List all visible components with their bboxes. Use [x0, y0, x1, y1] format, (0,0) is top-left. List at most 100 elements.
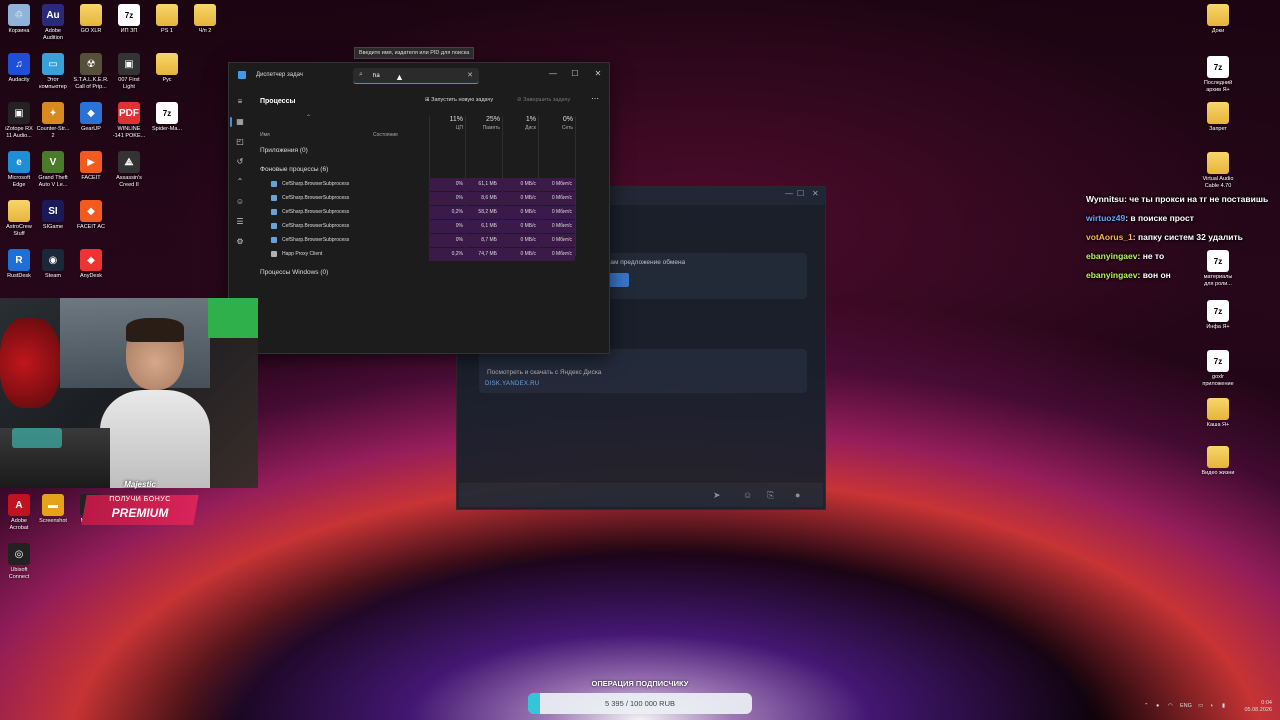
folder-icon	[8, 200, 30, 222]
group-background[interactable]: Фоновые процессы (6)	[260, 166, 328, 173]
close-button[interactable]: ✕	[588, 67, 608, 81]
desktop-icon[interactable]: Запрет	[1197, 102, 1239, 133]
desktop-icon[interactable]: ◉ Steam	[32, 249, 74, 280]
desktop-icon[interactable]: Virtual Audio Cable 4.70	[1197, 152, 1239, 189]
desktop-icon[interactable]: ◆ GearUP	[70, 102, 112, 133]
desktop-icon[interactable]: Каша Я+	[1197, 398, 1239, 429]
end-task-button[interactable]: ⊘ Завершить задачу	[517, 97, 570, 103]
details-icon[interactable]: ☰	[235, 217, 245, 227]
desktop-icon[interactable]: ▭ Этот компьютер	[32, 53, 74, 90]
services-icon[interactable]: ⚙	[235, 237, 245, 247]
desktop-icon[interactable]: ▣ 007 First Light	[108, 53, 150, 90]
desktop-icon[interactable]: Доки	[1197, 4, 1239, 35]
search-box[interactable]: ⌕ ✕	[353, 68, 479, 84]
table-row[interactable]: CefSharp.BrowserSubprocess 0% 61,1 МБ 0 МБ/…	[269, 178, 575, 191]
green-screen	[208, 298, 258, 338]
performance-icon[interactable]: ◰	[235, 137, 245, 147]
processes-icon[interactable]: ▦	[235, 117, 245, 127]
desktop-icon-label: Ubisoft Connect	[8, 567, 30, 580]
folder-icon	[1207, 152, 1229, 174]
desktop-icon-label: Каша Я+	[1206, 422, 1230, 428]
desktop-icon[interactable]: 7z ИП ЗП	[108, 4, 150, 35]
emoji-icon[interactable]: ☺	[743, 490, 752, 500]
column-status[interactable]: Состояние	[373, 116, 433, 140]
link-preview[interactable]: Посмотреть и скачать с Яндекс Диска DISK…	[479, 349, 807, 393]
desktop-icon[interactable]: ✦ Counter-Str... 2	[32, 102, 74, 139]
more-options-icon[interactable]: ⋯	[591, 94, 599, 103]
desktop-icon[interactable]: SI SIGame	[32, 200, 74, 231]
clock[interactable]: 0:04 05.08.2026	[1242, 700, 1272, 713]
folder-icon	[1207, 398, 1229, 420]
column-disk[interactable]: 1% Диск	[505, 116, 536, 140]
desktop-icon[interactable]: ▬ Screenshot	[32, 494, 74, 525]
disk-value: 0 МБ/с	[520, 223, 536, 229]
table-row[interactable]: CefSharp.BrowserSubprocess 0% 8,7 МБ 0 МБ/с…	[269, 234, 575, 247]
cpu-value: 0%	[455, 223, 463, 229]
group-apps[interactable]: Приложения (0)	[260, 147, 308, 154]
attach-icon[interactable]: ⎘	[767, 490, 774, 501]
desktop-icon[interactable]: PS 1	[146, 4, 188, 35]
desktop-icon[interactable]: Au Adobe Audition	[32, 4, 74, 41]
chat-username: Wynnitsu	[1086, 194, 1125, 204]
minimize-icon[interactable]: —	[785, 189, 793, 198]
desktop-icon[interactable]: ▶ FACEIT	[70, 151, 112, 182]
desktop-icon[interactable]: 7z Spider-Ma...	[146, 102, 188, 133]
tray-chevron-icon[interactable]: ⌃	[1144, 703, 1149, 709]
desktop-icon[interactable]: 7z Инфа Я+	[1197, 300, 1239, 331]
desktop-icon[interactable]: ◎ Ubisoft Connect	[0, 543, 40, 580]
red-balloon	[0, 318, 60, 408]
microphone-icon[interactable]: ●	[795, 490, 800, 500]
message-input-bar[interactable]: ➤ ☺ ⎘ ●	[459, 483, 823, 507]
desktop-icon[interactable]: 7z goxlr приложение	[1197, 350, 1239, 387]
streamer-hair	[126, 318, 184, 342]
desktop-icon[interactable]: Рус	[146, 53, 188, 84]
minimize-button[interactable]: —	[543, 67, 563, 81]
usage-cells: 0% 6,1 МБ 0 МБ/с 0 Мбит/с	[429, 220, 575, 233]
microphone-icon[interactable]: ●	[1156, 703, 1159, 709]
wifi-icon[interactable]: ◠	[1168, 703, 1173, 709]
table-row[interactable]: CefSharp.BrowserSubprocess 0% 8,6 МБ 0 МБ/с…	[269, 192, 575, 205]
desktop-icon[interactable]: GO XLR	[70, 4, 112, 35]
table-row[interactable]: Happ Proxy Client 0,2% 74,7 МБ 0 МБ/с 0 Мбит…	[269, 248, 575, 261]
desktop-icon[interactable]: ◆ FACEIT AC	[70, 200, 112, 231]
end-task-label: Завершить задачу	[523, 97, 571, 103]
desktop-icon[interactable]: V Grand Theft Auto V Le...	[32, 151, 74, 188]
app-history-icon[interactable]: ↺	[235, 157, 245, 167]
table-row[interactable]: CefSharp.BrowserSubprocess 0% 6,1 МБ 0 МБ/с…	[269, 220, 575, 233]
task-manager-window[interactable]: Диспетчер задач ⌕ ✕ — ☐ ✕ ≡ ▦ ◰ ↺ ⌃ ☺ ☰ …	[228, 62, 610, 354]
chat-text: : вон он	[1137, 270, 1171, 280]
chat-username: wirtuoz49	[1086, 213, 1126, 223]
desktop-icon[interactable]: ⟁ Assassin's Creed II	[108, 151, 150, 188]
startup-apps-icon[interactable]: ⌃	[235, 177, 245, 187]
volume-icon[interactable]: ◖	[1210, 703, 1213, 709]
clear-icon[interactable]: ✕	[467, 71, 473, 79]
sort-chevron-icon: ⌃	[306, 115, 312, 121]
maximize-button[interactable]: ☐	[565, 67, 585, 81]
hamburger-menu-icon[interactable]: ≡	[235, 97, 245, 107]
network-icon[interactable]: ▭	[1198, 703, 1203, 709]
group-windows[interactable]: Процессы Windows (0)	[260, 269, 328, 276]
close-icon[interactable]: ✕	[812, 189, 819, 198]
desktop-icon[interactable]: 7z Последний архив Я+	[1197, 56, 1239, 93]
computer-icon: ▭	[42, 53, 64, 75]
run-new-task-button[interactable]: ⊞ Запустить новую задачу	[425, 97, 493, 103]
desktop-icon[interactable]: Ч/п 2	[184, 4, 226, 35]
desktop-icon[interactable]: PDF WINLINE -141 POKE...	[108, 102, 150, 139]
send-icon[interactable]: ➤	[713, 490, 721, 501]
column-network[interactable]: 0% Сеть	[541, 116, 573, 140]
battery-icon[interactable]: ▮	[1222, 703, 1225, 709]
desktop-icon[interactable]: ☢ S.T.A.L.K.E.R. Call of Prip...	[70, 53, 112, 90]
archive-icon: 7z	[156, 102, 178, 124]
desktop-icon[interactable]: Видео жизни	[1197, 446, 1239, 477]
column-cpu[interactable]: 11% ЦП	[429, 116, 464, 140]
users-icon[interactable]: ☺	[235, 197, 245, 207]
language-indicator[interactable]: ENG	[1180, 703, 1192, 709]
task-manager-titlebar[interactable]: Диспетчер задач ⌕ ✕ — ☐ ✕	[229, 63, 609, 89]
link-domain[interactable]: DISK.YANDEX.RU	[485, 381, 539, 387]
desktop-icon[interactable]: ◆ AnyDesk	[70, 249, 112, 280]
maximize-icon[interactable]: ☐	[797, 189, 804, 198]
network-value: 0 Мбит/с	[551, 195, 572, 201]
table-row[interactable]: CefSharp.BrowserSubprocess 0,2% 58,2 МБ 0 М…	[269, 206, 575, 219]
column-memory[interactable]: 25% Память	[465, 116, 500, 140]
search-input[interactable]	[373, 70, 453, 81]
